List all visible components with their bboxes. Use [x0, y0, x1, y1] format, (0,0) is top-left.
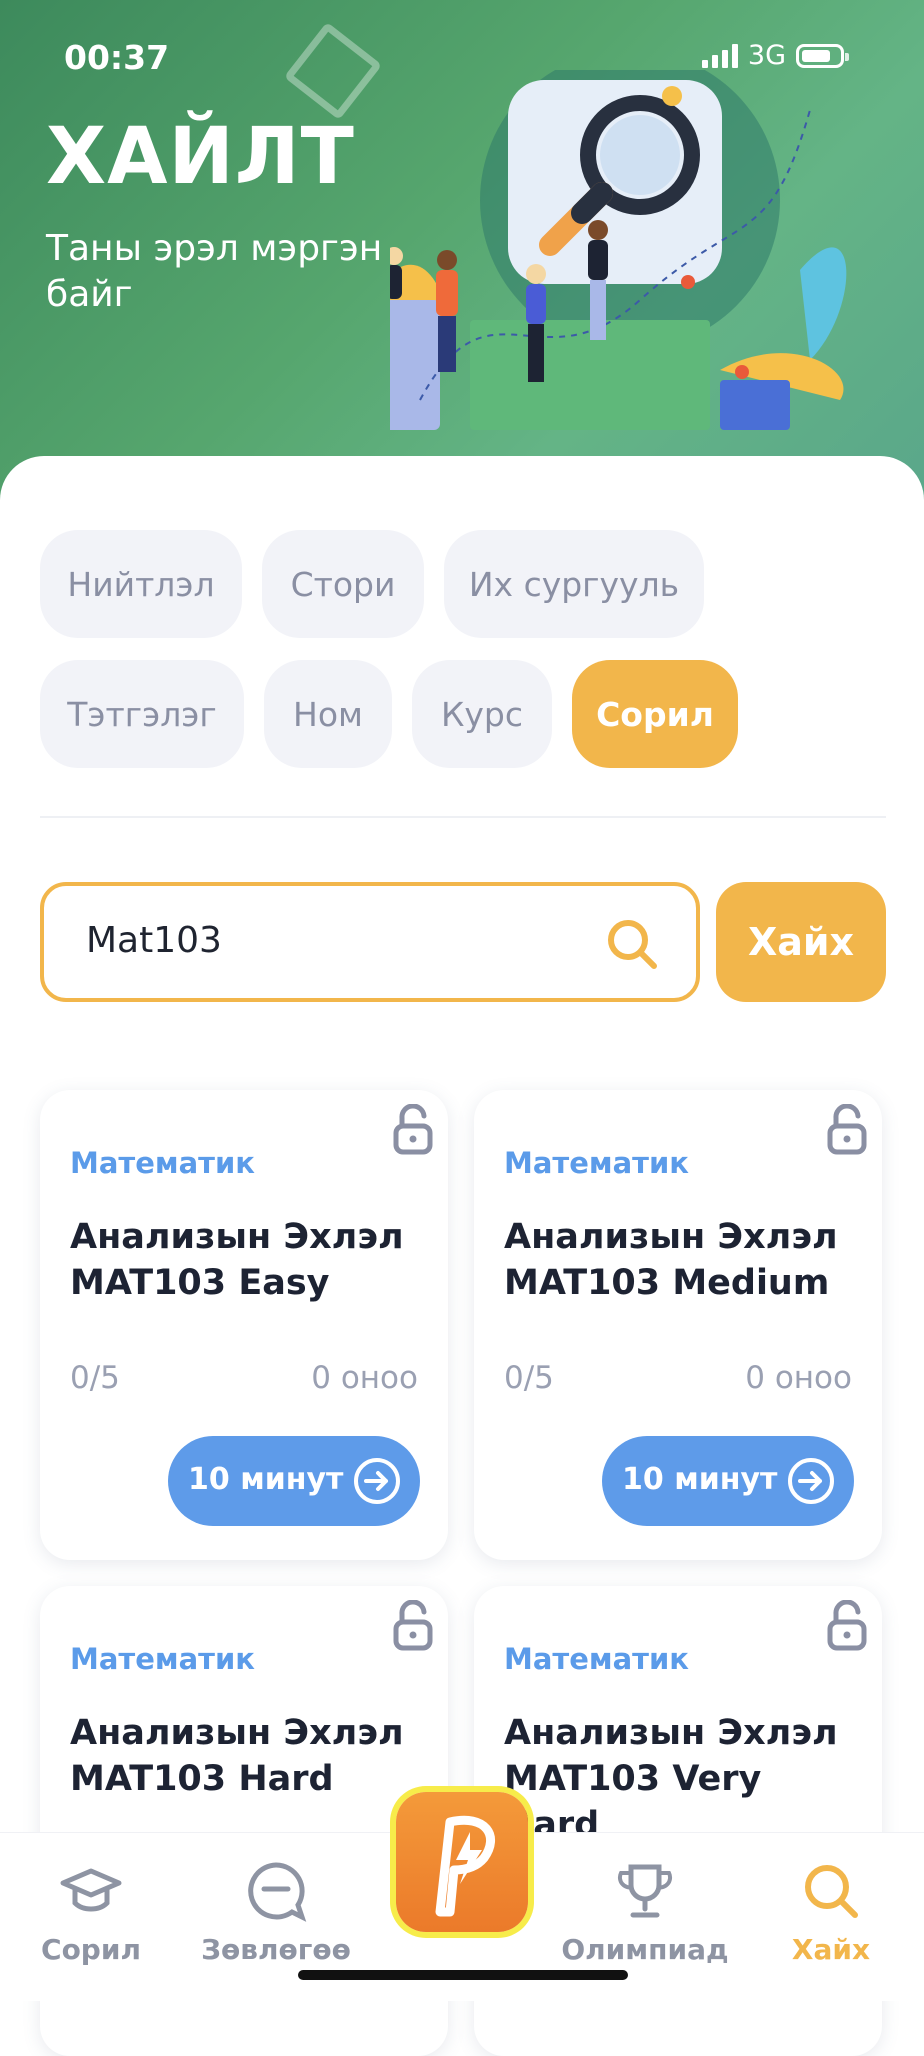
tab-label: Хайх — [791, 1933, 871, 1966]
filter-chip-scholarships[interactable]: Тэтгэлэг — [40, 660, 244, 768]
card-title: Анализын Эхлэл MAT103 Hard — [70, 1713, 404, 1799]
trophy-icon — [617, 1864, 673, 1918]
hero-banner: 00:37 3G ХАЙЛТ Таны эрэл мэргэн байг — [0, 0, 924, 500]
card-title: Анализын Эхлэл MAT103 Easy — [70, 1217, 404, 1303]
search-illustration — [390, 70, 847, 430]
tab-advice[interactable]: Зөвлөгөө — [196, 1833, 356, 1993]
network-type: 3G — [747, 40, 786, 71]
unlock-icon — [393, 1600, 433, 1651]
filter-chip-courses[interactable]: Курс — [412, 660, 552, 768]
unlock-icon — [393, 1104, 433, 1155]
filter-chip-tests[interactable]: Сорил — [572, 660, 738, 768]
filter-chip-stories[interactable]: Стори — [262, 530, 424, 638]
tab-label: Сорил — [41, 1933, 141, 1966]
card-subject: Математик — [70, 1642, 255, 1676]
filter-chip-books[interactable]: Ном — [264, 660, 392, 768]
filter-chip-articles[interactable]: Нийтлэл — [40, 530, 242, 638]
tab-olympiad[interactable]: Олимпиад — [560, 1833, 730, 1993]
card-subject: Математик — [70, 1146, 255, 1180]
start-test-button[interactable]: 10 минут — [168, 1436, 420, 1526]
arrow-right-circle-icon — [354, 1458, 400, 1504]
search-icon — [805, 1865, 858, 1918]
tab-label: Олимпиад — [561, 1933, 729, 1966]
card-title: Анализын Эхлэл MAT103 Very Hard — [504, 1713, 838, 1845]
search-input-value[interactable]: Mat103 — [86, 920, 222, 961]
page-title: ХАЙЛТ — [46, 112, 355, 202]
card-score: 0 оноо — [311, 1360, 418, 1396]
filter-chip-universities[interactable]: Их сургууль — [444, 530, 704, 638]
card-subject: Математик — [504, 1642, 689, 1676]
start-test-button[interactable]: 10 минут — [602, 1436, 854, 1526]
unlock-icon — [827, 1104, 867, 1155]
unlock-icon — [827, 1600, 867, 1651]
status-bar: 00:37 3G — [0, 38, 924, 82]
tab-tests[interactable]: Сорил — [20, 1833, 162, 1993]
center-action-button[interactable] — [396, 1792, 528, 1932]
search-icon[interactable] — [604, 916, 660, 972]
tab-label: Зөвлөгөө — [201, 1933, 351, 1966]
card-title: Анализын Эхлэл MAT103 Medium — [504, 1217, 838, 1303]
status-network: 3G — [701, 40, 849, 71]
card-subject: Математик — [504, 1146, 689, 1180]
page-subtitle: Таны эрэл мэргэн байг — [46, 228, 383, 315]
home-indicator — [298, 1970, 628, 1980]
arrow-right-circle-icon — [788, 1458, 834, 1504]
duration-label: 10 минут — [188, 1462, 344, 1497]
search-input[interactable]: Mat103 — [40, 882, 700, 1002]
result-card[interactable]: Математик Анализын Эхлэл MAT103 Easy 0/5… — [40, 1090, 448, 1560]
result-card[interactable]: Математик Анализын Эхлэл MAT103 Medium 0… — [474, 1090, 882, 1560]
card-progress: 0/5 — [70, 1360, 120, 1396]
signal-icon — [701, 43, 738, 68]
graduation-cap-icon — [60, 1868, 122, 1912]
search-button[interactable]: Хайх — [716, 882, 886, 1002]
card-progress: 0/5 — [504, 1360, 554, 1396]
card-score: 0 оноо — [745, 1360, 852, 1396]
duration-label: 10 минут — [622, 1462, 778, 1497]
chat-bubble-icon — [248, 1862, 307, 1922]
battery-icon — [796, 43, 849, 68]
divider — [40, 816, 886, 818]
tab-search[interactable]: Хайх — [768, 1833, 894, 1993]
lightning-p-logo-icon — [435, 1815, 496, 1917]
status-time: 00:37 — [64, 38, 170, 77]
